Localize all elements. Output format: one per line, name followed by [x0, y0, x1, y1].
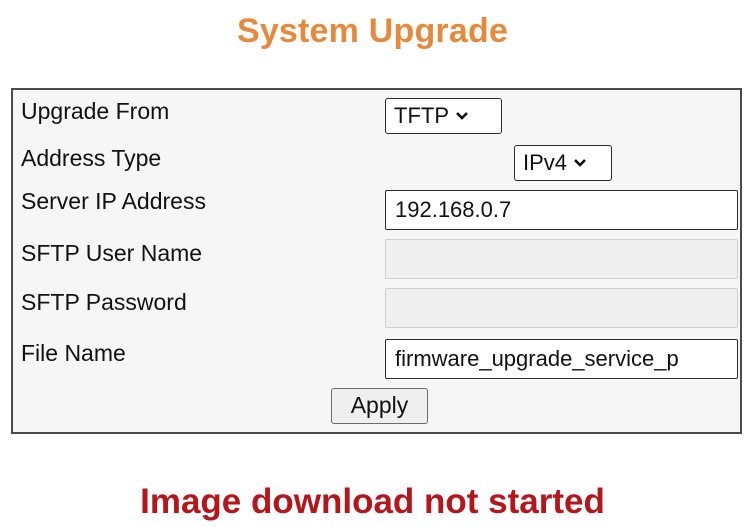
upgrade-from-value: TFTP	[394, 103, 449, 128]
chevron-down-icon	[456, 112, 468, 120]
address-type-select[interactable]: IPv4	[514, 145, 612, 181]
sftp-user-input[interactable]	[385, 239, 738, 279]
sftp-user-label: SFTP User Name	[21, 240, 203, 266]
status-message: Image download not started	[140, 482, 605, 521]
file-name-input[interactable]: firmware_upgrade_service_p	[385, 339, 738, 379]
sftp-password-label: SFTP Password	[21, 289, 187, 315]
upgrade-form: Upgrade From TFTP Address Type IPv4 Serv…	[11, 88, 742, 434]
address-type-value: IPv4	[523, 150, 568, 175]
page-title: System Upgrade	[236, 12, 509, 50]
sftp-password-input[interactable]	[385, 288, 738, 328]
upgrade-from-label: Upgrade From	[21, 98, 170, 124]
file-name-label: File Name	[21, 340, 126, 366]
upgrade-from-select[interactable]: TFTP	[385, 98, 502, 134]
chevron-down-icon	[574, 159, 586, 167]
apply-button[interactable]: Apply	[331, 388, 428, 424]
server-ip-label: Server IP Address	[21, 188, 206, 214]
address-type-label: Address Type	[21, 145, 162, 171]
server-ip-input[interactable]: 192.168.0.7	[385, 190, 738, 230]
